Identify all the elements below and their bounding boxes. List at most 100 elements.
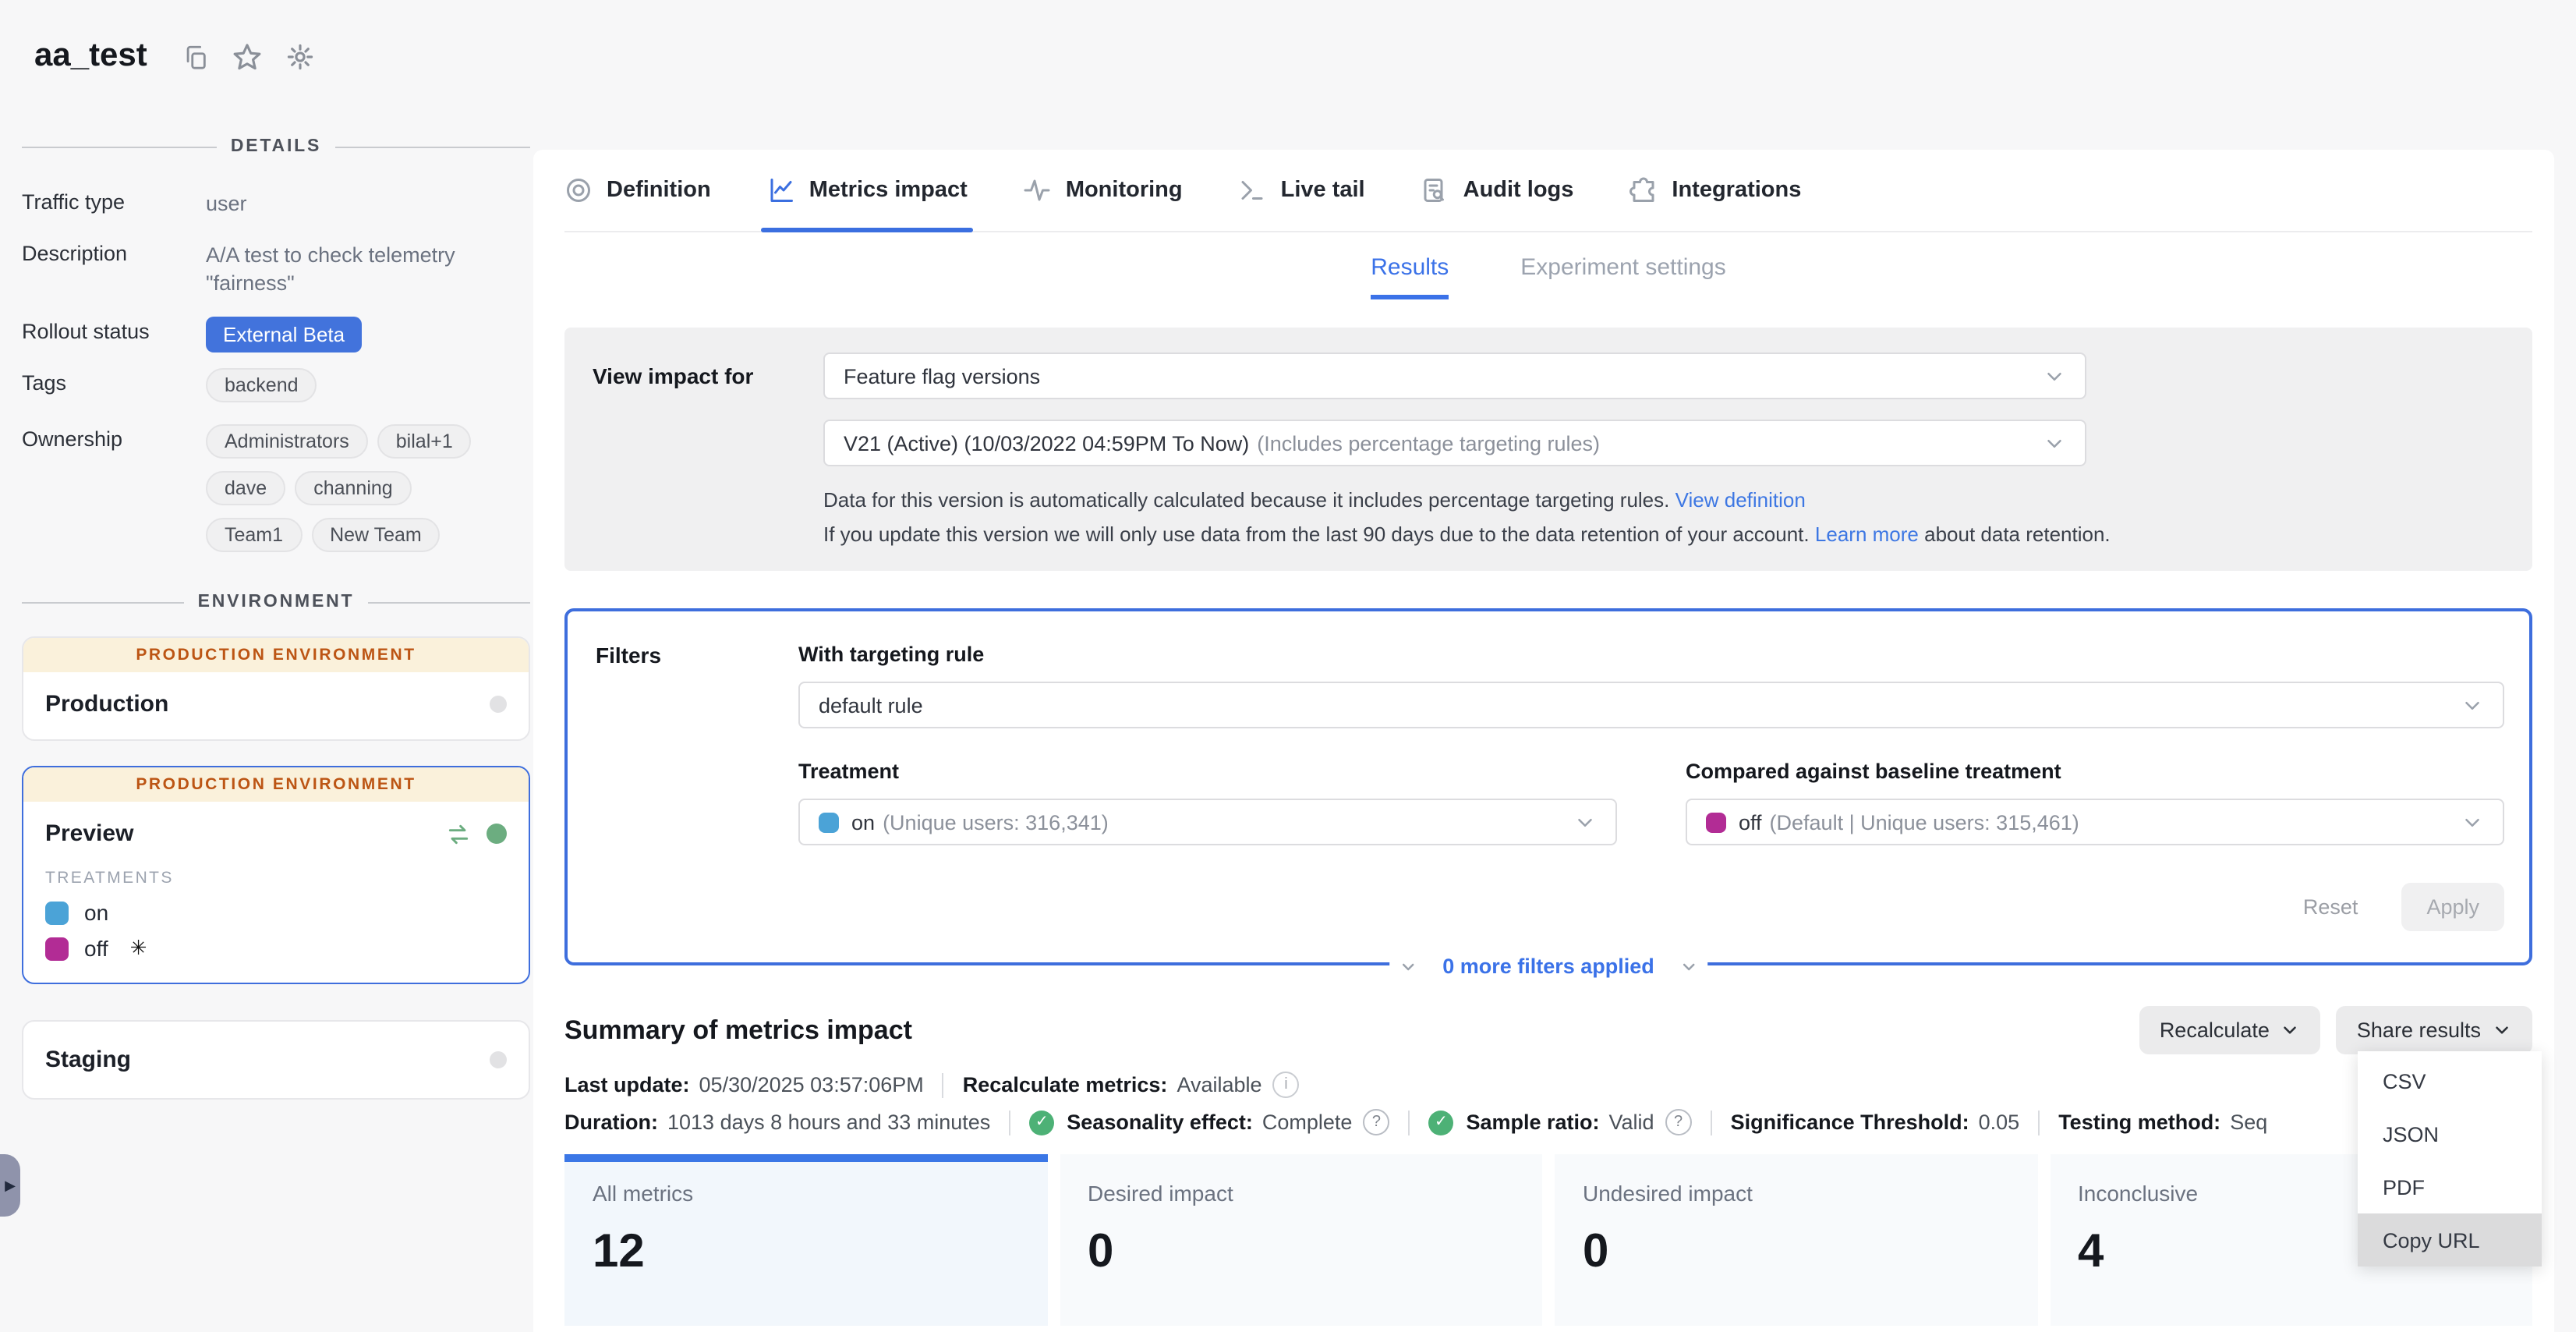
filters-content: With targeting rule default rule Treatme… bbox=[798, 643, 2504, 931]
share-menu-item-copy-url[interactable]: Copy URL bbox=[2358, 1213, 2542, 1266]
treatment-on-swatch bbox=[45, 902, 69, 925]
tab-label: Live tail bbox=[1281, 178, 1365, 203]
subtab-experiment-settings[interactable]: Experiment settings bbox=[1520, 254, 1725, 299]
recalculate-button[interactable]: Recalculate bbox=[2139, 1006, 2321, 1054]
learn-more-link[interactable]: Learn more bbox=[1815, 523, 1919, 546]
tab-label: Metrics impact bbox=[809, 178, 968, 203]
tab-label: Audit logs bbox=[1463, 178, 1574, 203]
sidebar-collapse-handle[interactable]: ▶ bbox=[0, 1154, 20, 1217]
baseline-select-value: off bbox=[1739, 810, 1762, 834]
chevron-down-icon bbox=[2043, 364, 2066, 388]
subtab-results[interactable]: Results bbox=[1371, 254, 1449, 299]
treatment-off-swatch bbox=[45, 937, 69, 961]
help-icon[interactable]: ? bbox=[1665, 1109, 1692, 1135]
card-value: 12 bbox=[593, 1226, 1019, 1279]
tags-label: Tags bbox=[22, 369, 196, 395]
tab-metrics-impact[interactable]: Metrics impact bbox=[767, 150, 968, 231]
treatment-filter: Treatment on (Unique users: 316,341) bbox=[798, 760, 1617, 845]
treatment-select-sub: (Unique users: 316,341) bbox=[883, 810, 1109, 834]
tab-label: Integrations bbox=[1672, 178, 1801, 203]
recalculate-label: Recalculate bbox=[2160, 1018, 2270, 1042]
recalc-metrics-label: Recalculate metrics: bbox=[963, 1073, 1168, 1096]
tab-bar: Definition Metrics impact Monitoring Liv… bbox=[564, 150, 2532, 232]
card-label: Undesired impact bbox=[1583, 1181, 2009, 1206]
reset-button[interactable]: Reset bbox=[2303, 895, 2358, 919]
view-definition-link[interactable]: View definition bbox=[1675, 488, 1806, 512]
share-results-button[interactable]: Share results bbox=[2337, 1006, 2532, 1054]
traffic-type-value: user bbox=[206, 187, 530, 218]
info-icon[interactable]: i bbox=[1273, 1072, 1300, 1098]
chevron-down-icon bbox=[1679, 957, 1698, 976]
treatment-off-label: off bbox=[84, 937, 108, 962]
rollout-status-badge[interactable]: External Beta bbox=[206, 317, 362, 353]
detail-row-ownership: Ownership Administratorsbilal+1 davechan… bbox=[22, 425, 530, 565]
flag-version-select[interactable]: V21 (Active) (10/03/2022 04:59PM To Now)… bbox=[823, 420, 2086, 466]
help-icon[interactable]: ? bbox=[1363, 1109, 1389, 1135]
tab-monitoring[interactable]: Monitoring bbox=[1024, 150, 1183, 231]
share-menu-item-pdf[interactable]: PDF bbox=[2358, 1160, 2542, 1213]
treatment-select-value: on bbox=[851, 810, 875, 834]
status-dot-gray bbox=[490, 696, 507, 714]
more-filters-link[interactable]: 0 more filters applied bbox=[1442, 955, 1654, 978]
chevron-down-icon bbox=[2492, 1020, 2512, 1040]
share-menu-item-csv[interactable]: CSV bbox=[2358, 1054, 2542, 1107]
share-menu-item-json[interactable]: JSON bbox=[2358, 1107, 2542, 1160]
apply-button[interactable]: Apply bbox=[2401, 883, 2504, 931]
testing-method-value: Seq bbox=[2230, 1111, 2267, 1134]
duration-value: 1013 days 8 hours and 33 minutes bbox=[667, 1111, 990, 1134]
owner-chip: Administrators bbox=[206, 425, 368, 459]
app-root: aa_test DETAILS Traffic type user Descri… bbox=[0, 0, 2576, 1332]
swap-arrows-icon bbox=[446, 824, 471, 845]
card-desired-impact[interactable]: Desired impact 0 bbox=[1060, 1154, 1542, 1326]
treatment-on-row: on bbox=[45, 901, 507, 926]
summary-title: Summary of metrics impact bbox=[564, 1015, 912, 1046]
auto-calc-text: Data for this version is automatically c… bbox=[823, 488, 1669, 512]
main-panel: Definition Metrics impact Monitoring Liv… bbox=[533, 150, 2554, 1332]
env-card-preview[interactable]: PRODUCTION ENVIRONMENT Preview TREATMENT… bbox=[22, 767, 530, 985]
gear-icon[interactable] bbox=[286, 41, 316, 71]
status-line-1: Last update: 05/30/2025 03:57:06PM Recal… bbox=[564, 1072, 2532, 1098]
baseline-filter-label: Compared against baseline treatment bbox=[1686, 760, 2504, 783]
rollout-status-label: Rollout status bbox=[22, 317, 196, 344]
divider bbox=[943, 1072, 944, 1097]
terminal-icon bbox=[1239, 176, 1267, 204]
treatment-on-swatch bbox=[819, 812, 839, 832]
detail-row-rollout-status: Rollout status External Beta bbox=[22, 317, 530, 353]
divider bbox=[2038, 1110, 2040, 1135]
impact-type-select[interactable]: Feature flag versions bbox=[823, 352, 2086, 399]
tab-live-tail[interactable]: Live tail bbox=[1239, 150, 1365, 231]
treatment-on-label: on bbox=[84, 901, 108, 926]
treatment-filter-label: Treatment bbox=[798, 760, 1617, 783]
more-filters-toggle: 0 more filters applied bbox=[1389, 955, 1707, 978]
treatment-off-swatch bbox=[1706, 812, 1726, 832]
treatment-select[interactable]: on (Unique users: 316,341) bbox=[798, 799, 1617, 845]
version-note-line-1: Data for this version is automatically c… bbox=[823, 488, 2504, 512]
metric-cards: All metrics 12 Desired impact 0 Undesire… bbox=[564, 1154, 2532, 1326]
tab-definition[interactable]: Definition bbox=[564, 150, 711, 231]
tab-audit-logs[interactable]: Audit logs bbox=[1421, 150, 1574, 231]
baseline-select[interactable]: off(Default | Unique users: 315,461) bbox=[1686, 799, 2504, 845]
seasonality-value: Complete bbox=[1262, 1111, 1353, 1134]
env-card-staging[interactable]: Staging bbox=[22, 1021, 530, 1100]
audit-doc-icon bbox=[1421, 176, 1449, 204]
copy-icon[interactable] bbox=[183, 43, 210, 69]
puzzle-icon bbox=[1629, 176, 1658, 204]
card-undesired-impact[interactable]: Undesired impact 0 bbox=[1555, 1154, 2037, 1326]
divider bbox=[1009, 1110, 1010, 1135]
duration-label: Duration: bbox=[564, 1111, 658, 1134]
card-value: 0 bbox=[1088, 1226, 1514, 1279]
star-icon[interactable] bbox=[233, 41, 263, 71]
env-card-production[interactable]: PRODUCTION ENVIRONMENT Production bbox=[22, 637, 530, 742]
chevron-down-icon bbox=[2043, 431, 2066, 455]
line-chart-icon bbox=[767, 176, 795, 204]
version-note: (Includes percentage targeting rules) bbox=[1257, 431, 1600, 455]
tab-label: Monitoring bbox=[1066, 178, 1183, 203]
impact-type-value: Feature flag versions bbox=[844, 364, 2043, 388]
card-all-metrics[interactable]: All metrics 12 bbox=[564, 1154, 1047, 1326]
chevron-right-icon: ▶ bbox=[5, 1178, 16, 1192]
divider bbox=[1408, 1110, 1410, 1135]
tab-integrations[interactable]: Integrations bbox=[1629, 150, 1801, 231]
targeting-rule-select[interactable]: default rule bbox=[798, 682, 2504, 728]
check-circle-icon: ✓ bbox=[1428, 1110, 1453, 1135]
env-name-staging: Staging bbox=[45, 1047, 131, 1074]
